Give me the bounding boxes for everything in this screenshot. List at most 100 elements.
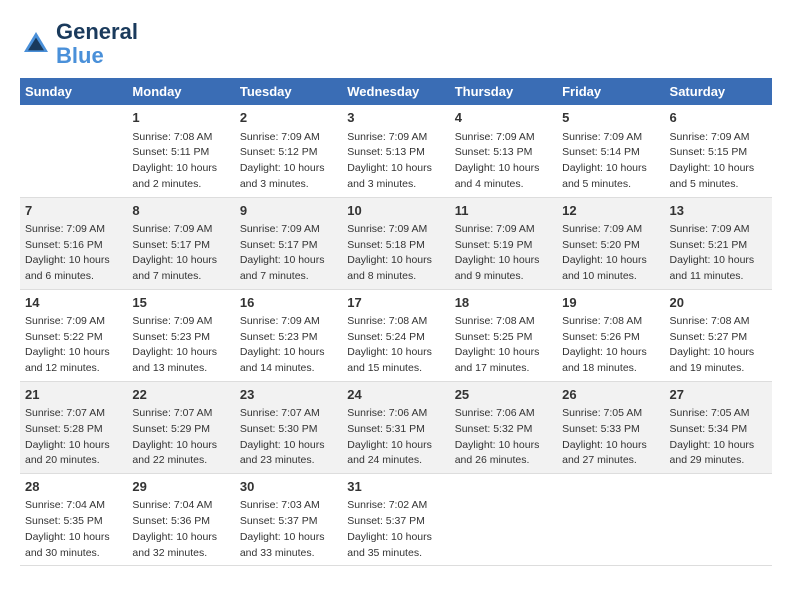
- day-cell: [557, 474, 664, 566]
- day-cell: 1 Sunrise: 7:08 AMSunset: 5:11 PMDaylight…: [127, 105, 234, 197]
- calendar-header: SundayMondayTuesdayWednesdayThursdayFrid…: [20, 78, 772, 105]
- header-cell-saturday: Saturday: [665, 78, 772, 105]
- day-info: Sunrise: 7:08 AMSunset: 5:25 PMDaylight:…: [455, 314, 552, 377]
- day-cell: 8 Sunrise: 7:09 AMSunset: 5:17 PMDaylight…: [127, 197, 234, 289]
- day-cell: 21 Sunrise: 7:07 AMSunset: 5:28 PMDayligh…: [20, 381, 127, 473]
- day-info: Sunrise: 7:09 AMSunset: 5:18 PMDaylight:…: [347, 222, 444, 285]
- header-cell-monday: Monday: [127, 78, 234, 105]
- week-row-5: 28Sunrise: 7:04 AMSunset: 5:35 PMDayligh…: [20, 474, 772, 566]
- header-cell-wednesday: Wednesday: [342, 78, 449, 105]
- day-number: 9: [240, 202, 337, 220]
- day-info: Sunrise: 7:08 AMSunset: 5:26 PMDaylight:…: [562, 314, 659, 377]
- day-number: 23: [240, 386, 337, 404]
- day-info: Sunrise: 7:07 AMSunset: 5:29 PMDaylight:…: [132, 406, 229, 469]
- header-cell-thursday: Thursday: [450, 78, 557, 105]
- day-info: Sunrise: 7:04 AMSunset: 5:35 PMDaylight:…: [25, 498, 122, 561]
- day-cell: 15 Sunrise: 7:09 AMSunset: 5:23 PMDayligh…: [127, 289, 234, 381]
- day-number: 13: [670, 202, 767, 220]
- day-number: 1: [132, 109, 229, 127]
- logo: General Blue: [20, 20, 138, 68]
- header-cell-sunday: Sunday: [20, 78, 127, 105]
- day-info: Sunrise: 7:09 AMSunset: 5:21 PMDaylight:…: [670, 222, 767, 285]
- day-number: 7: [25, 202, 122, 220]
- day-number: 31: [347, 478, 444, 496]
- day-number: 27: [670, 386, 767, 404]
- day-info: Sunrise: 7:08 AMSunset: 5:27 PMDaylight:…: [670, 314, 767, 377]
- logo-text: General Blue: [56, 20, 138, 68]
- day-info: Sunrise: 7:08 AMSunset: 5:24 PMDaylight:…: [347, 314, 444, 377]
- day-number: 26: [562, 386, 659, 404]
- day-cell: 29 Sunrise: 7:04 AMSunset: 5:36 PMDayligh…: [127, 474, 234, 566]
- day-number: 22: [132, 386, 229, 404]
- day-cell: 17 Sunrise: 7:08 AMSunset: 5:24 PMDayligh…: [342, 289, 449, 381]
- day-number: 25: [455, 386, 552, 404]
- week-row-1: 1 Sunrise: 7:08 AMSunset: 5:11 PMDaylight…: [20, 105, 772, 197]
- day-info: Sunrise: 7:05 AMSunset: 5:33 PMDaylight:…: [562, 406, 659, 469]
- day-cell: 7 Sunrise: 7:09 AMSunset: 5:16 PMDaylight…: [20, 197, 127, 289]
- day-info: Sunrise: 7:06 AMSunset: 5:32 PMDaylight:…: [455, 406, 552, 469]
- day-number: 18: [455, 294, 552, 312]
- day-info: Sunrise: 7:09 AMSunset: 5:23 PMDaylight:…: [132, 314, 229, 377]
- day-number: 15: [132, 294, 229, 312]
- day-cell: 26 Sunrise: 7:05 AMSunset: 5:33 PMDayligh…: [557, 381, 664, 473]
- day-number: 2: [240, 109, 337, 127]
- day-info: Sunrise: 7:06 AMSunset: 5:31 PMDaylight:…: [347, 406, 444, 469]
- day-info: Sunrise: 7:09 AMSunset: 5:14 PMDaylight:…: [562, 130, 659, 193]
- week-row-4: 21 Sunrise: 7:07 AMSunset: 5:28 PMDayligh…: [20, 381, 772, 473]
- day-cell: 11Sunrise: 7:09 AMSunset: 5:19 PMDayligh…: [450, 197, 557, 289]
- day-cell: 22 Sunrise: 7:07 AMSunset: 5:29 PMDayligh…: [127, 381, 234, 473]
- day-number: 16: [240, 294, 337, 312]
- day-cell: 6 Sunrise: 7:09 AMSunset: 5:15 PMDaylight…: [665, 105, 772, 197]
- day-cell: 14Sunrise: 7:09 AMSunset: 5:22 PMDayligh…: [20, 289, 127, 381]
- week-row-2: 7 Sunrise: 7:09 AMSunset: 5:16 PMDaylight…: [20, 197, 772, 289]
- header-cell-friday: Friday: [557, 78, 664, 105]
- day-number: 21: [25, 386, 122, 404]
- day-number: 12: [562, 202, 659, 220]
- day-info: Sunrise: 7:09 AMSunset: 5:16 PMDaylight:…: [25, 222, 122, 285]
- day-info: Sunrise: 7:05 AMSunset: 5:34 PMDaylight:…: [670, 406, 767, 469]
- day-cell: 25 Sunrise: 7:06 AMSunset: 5:32 PMDayligh…: [450, 381, 557, 473]
- day-info: Sunrise: 7:03 AMSunset: 5:37 PMDaylight:…: [240, 498, 337, 561]
- day-cell: 12Sunrise: 7:09 AMSunset: 5:20 PMDayligh…: [557, 197, 664, 289]
- day-cell: 27 Sunrise: 7:05 AMSunset: 5:34 PMDayligh…: [665, 381, 772, 473]
- day-number: 11: [455, 202, 552, 220]
- day-cell: 3Sunrise: 7:09 AMSunset: 5:13 PMDaylight…: [342, 105, 449, 197]
- calendar-table: SundayMondayTuesdayWednesdayThursdayFrid…: [20, 78, 772, 566]
- day-info: Sunrise: 7:07 AMSunset: 5:30 PMDaylight:…: [240, 406, 337, 469]
- day-number: 5: [562, 109, 659, 127]
- day-cell: 2 Sunrise: 7:09 AMSunset: 5:12 PMDaylight…: [235, 105, 342, 197]
- day-number: 29: [132, 478, 229, 496]
- day-info: Sunrise: 7:04 AMSunset: 5:36 PMDaylight:…: [132, 498, 229, 561]
- day-number: 10: [347, 202, 444, 220]
- day-info: Sunrise: 7:09 AMSunset: 5:13 PMDaylight:…: [455, 130, 552, 193]
- day-cell: 4Sunrise: 7:09 AMSunset: 5:13 PMDaylight…: [450, 105, 557, 197]
- day-number: 24: [347, 386, 444, 404]
- day-info: Sunrise: 7:07 AMSunset: 5:28 PMDaylight:…: [25, 406, 122, 469]
- day-info: Sunrise: 7:08 AMSunset: 5:11 PMDaylight:…: [132, 130, 229, 193]
- day-number: 8: [132, 202, 229, 220]
- day-number: 17: [347, 294, 444, 312]
- day-cell: [665, 474, 772, 566]
- day-number: 6: [670, 109, 767, 127]
- day-cell: 9 Sunrise: 7:09 AMSunset: 5:17 PMDaylight…: [235, 197, 342, 289]
- day-cell: 28Sunrise: 7:04 AMSunset: 5:35 PMDayligh…: [20, 474, 127, 566]
- day-number: 30: [240, 478, 337, 496]
- logo-icon: [20, 28, 52, 60]
- day-info: Sunrise: 7:09 AMSunset: 5:15 PMDaylight:…: [670, 130, 767, 193]
- day-cell: 10 Sunrise: 7:09 AMSunset: 5:18 PMDayligh…: [342, 197, 449, 289]
- week-row-3: 14Sunrise: 7:09 AMSunset: 5:22 PMDayligh…: [20, 289, 772, 381]
- day-info: Sunrise: 7:09 AMSunset: 5:23 PMDaylight:…: [240, 314, 337, 377]
- day-cell: 23 Sunrise: 7:07 AMSunset: 5:30 PMDayligh…: [235, 381, 342, 473]
- day-info: Sunrise: 7:09 AMSunset: 5:17 PMDaylight:…: [132, 222, 229, 285]
- header-row: SundayMondayTuesdayWednesdayThursdayFrid…: [20, 78, 772, 105]
- day-cell: 16 Sunrise: 7:09 AMSunset: 5:23 PMDayligh…: [235, 289, 342, 381]
- day-cell: 18 Sunrise: 7:08 AMSunset: 5:25 PMDayligh…: [450, 289, 557, 381]
- day-info: Sunrise: 7:09 AMSunset: 5:17 PMDaylight:…: [240, 222, 337, 285]
- day-info: Sunrise: 7:02 AMSunset: 5:37 PMDaylight:…: [347, 498, 444, 561]
- day-info: Sunrise: 7:09 AMSunset: 5:12 PMDaylight:…: [240, 130, 337, 193]
- day-cell: 20Sunrise: 7:08 AMSunset: 5:27 PMDayligh…: [665, 289, 772, 381]
- day-cell: [450, 474, 557, 566]
- page-header: General Blue: [20, 20, 772, 68]
- day-number: 14: [25, 294, 122, 312]
- day-cell: 31 Sunrise: 7:02 AMSunset: 5:37 PMDayligh…: [342, 474, 449, 566]
